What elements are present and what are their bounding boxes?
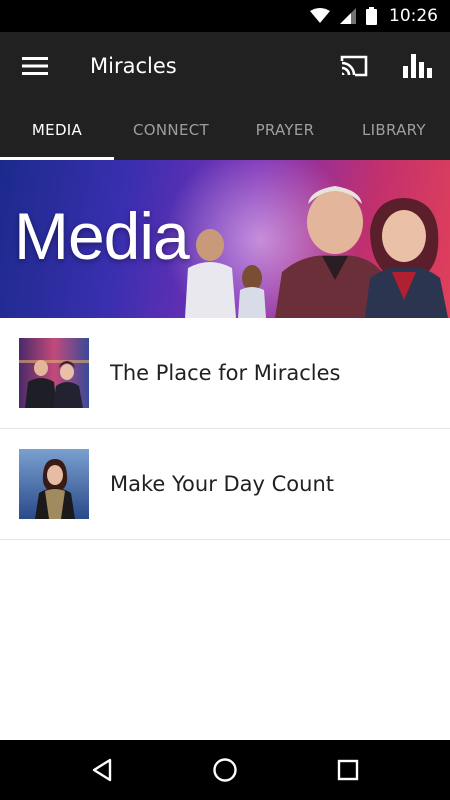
tab-library[interactable]: LIBRARY — [342, 100, 450, 160]
app-title: Miracles — [90, 54, 177, 78]
media-banner: Media — [0, 160, 450, 318]
tab-media[interactable]: MEDIA — [0, 100, 114, 160]
menu-button[interactable] — [0, 32, 70, 100]
list-item-label: The Place for Miracles — [110, 361, 341, 385]
tab-connect[interactable]: CONNECT — [114, 100, 228, 160]
list-item-place-for-miracles[interactable]: The Place for Miracles — [0, 318, 450, 429]
back-button[interactable] — [72, 740, 132, 800]
banner-photo — [185, 186, 448, 318]
back-icon — [92, 758, 111, 782]
home-button[interactable] — [195, 740, 255, 800]
list-item-make-your-day-count[interactable]: Make Your Day Count — [0, 429, 450, 540]
list-item-label: Make Your Day Count — [110, 472, 335, 496]
clock-time: 10:26 — [389, 6, 438, 26]
cast-button[interactable] — [322, 32, 386, 100]
bar-chart-icon — [403, 54, 432, 78]
tab-prayer[interactable]: PRAYER — [228, 100, 342, 160]
banner-title: Media — [14, 199, 190, 273]
couple-thumbnail — [19, 338, 89, 408]
home-icon — [213, 758, 237, 782]
app-bar: Miracles — [0, 32, 450, 100]
woman-thumbnail — [19, 449, 89, 519]
menu-icon — [22, 57, 48, 75]
recents-icon — [338, 759, 359, 781]
wifi-icon — [310, 8, 330, 23]
stats-button[interactable] — [386, 32, 450, 100]
status-bar: 10:26 — [0, 0, 450, 32]
system-nav-bar — [0, 740, 450, 800]
cell-signal-icon — [340, 8, 356, 24]
recents-button[interactable] — [318, 740, 378, 800]
tab-bar: MEDIA CONNECT PRAYER LIBRARY — [0, 100, 450, 160]
cast-icon — [340, 55, 368, 77]
battery-icon — [366, 7, 377, 25]
media-list: The Place for Miracles Make Your Day Cou… — [0, 318, 450, 540]
